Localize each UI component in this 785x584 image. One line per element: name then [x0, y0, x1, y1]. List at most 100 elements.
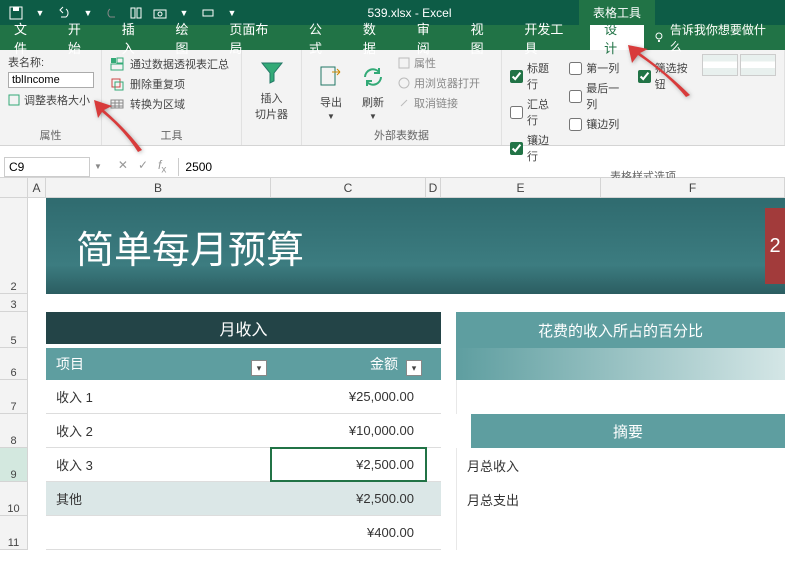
- fx-icon[interactable]: fx: [158, 158, 166, 175]
- cell-summary[interactable]: 月总支出: [456, 482, 785, 516]
- chk-first-col-input[interactable]: [569, 62, 582, 75]
- refresh-button[interactable]: 刷新▼: [352, 54, 394, 125]
- row-header[interactable]: 11: [0, 516, 28, 550]
- select-all-corner[interactable]: [0, 178, 28, 197]
- cell[interactable]: [456, 380, 785, 414]
- filter-dropdown-icon[interactable]: ▾: [251, 360, 267, 376]
- tab-draw[interactable]: 绘图: [162, 25, 216, 50]
- row-header[interactable]: 5: [0, 312, 28, 348]
- redo-icon[interactable]: [104, 5, 120, 21]
- remove-duplicates-button[interactable]: 删除重复项: [110, 74, 233, 94]
- chk-last-col-input[interactable]: [569, 90, 582, 103]
- table-name-input[interactable]: [8, 72, 94, 88]
- export-button[interactable]: 导出▼: [310, 54, 352, 125]
- chk-banded-rows[interactable]: 镶边行: [510, 130, 551, 166]
- row-header[interactable]: 8: [0, 414, 28, 448]
- group-title-properties: 属性: [8, 125, 93, 143]
- namebox-dropdown-icon[interactable]: ▼: [90, 162, 106, 171]
- cell-project[interactable]: 收入 3: [46, 448, 271, 481]
- col-header-F[interactable]: F: [601, 178, 785, 197]
- row-header[interactable]: 2: [0, 198, 28, 294]
- tab-layout[interactable]: 页面布局: [215, 25, 295, 50]
- tab-data[interactable]: 数据: [349, 25, 403, 50]
- tab-home[interactable]: 开始: [54, 25, 108, 50]
- cell-amount[interactable]: ¥10,000.00: [271, 414, 426, 447]
- col-header-E[interactable]: E: [441, 178, 601, 197]
- cell-project[interactable]: 其他: [46, 482, 271, 515]
- unlink-icon: [398, 97, 410, 109]
- cell-amount[interactable]: ¥400.00: [271, 516, 426, 549]
- chk-header-row[interactable]: 标题行: [510, 58, 551, 94]
- cell-amount-selected[interactable]: ¥2,500.00: [271, 448, 426, 481]
- col-header-A[interactable]: A: [28, 178, 46, 197]
- props-icon: [398, 57, 410, 69]
- unlink-button: 取消链接: [398, 94, 480, 112]
- col-header-B[interactable]: B: [46, 178, 271, 197]
- name-box[interactable]: [4, 157, 90, 177]
- cell-amount[interactable]: ¥2,500.00: [271, 482, 426, 515]
- tab-review[interactable]: 审阅: [403, 25, 457, 50]
- chk-banded-cols[interactable]: 镶边列: [569, 114, 619, 134]
- row-header[interactable]: 6: [0, 348, 28, 380]
- row-header[interactable]: 3: [0, 294, 28, 312]
- cell-summary[interactable]: 月总收入: [456, 448, 785, 482]
- th-project[interactable]: 项目▾: [46, 348, 271, 380]
- chk-total-row-input[interactable]: [510, 106, 523, 119]
- open-browser-button: 用浏览器打开: [398, 74, 480, 92]
- row-headers: 2 3 5 6 7 8 9 10 11: [0, 198, 28, 550]
- cell-project[interactable]: [46, 516, 271, 549]
- row-header[interactable]: 9: [0, 448, 28, 482]
- annotation-arrow: [620, 45, 700, 108]
- group-properties: 表名称: 调整表格大小 属性: [0, 50, 102, 145]
- tab-view[interactable]: 视图: [457, 25, 511, 50]
- annotation-arrow: [92, 100, 152, 163]
- chk-total-row[interactable]: 汇总行: [510, 94, 551, 130]
- cell-amount[interactable]: ¥25,000.00: [271, 380, 426, 413]
- chk-banded-cols-input[interactable]: [569, 118, 582, 131]
- tab-formulas[interactable]: 公式: [295, 25, 349, 50]
- budget-header: 简单每月预算 2: [46, 198, 785, 294]
- window-title: 539.xlsx - Excel: [240, 6, 579, 20]
- section-percent-header: 花费的收入所占的百分比: [456, 312, 785, 348]
- table-style-swatch[interactable]: [702, 54, 738, 76]
- row-header[interactable]: 7: [0, 380, 28, 414]
- export-icon: [316, 62, 346, 92]
- resize-table-button[interactable]: 调整表格大小: [8, 92, 93, 108]
- pivot-icon: [110, 57, 124, 71]
- cell-project[interactable]: 收入 1: [46, 380, 271, 413]
- chk-last-col[interactable]: 最后一列: [569, 78, 619, 114]
- summarize-pivot-button[interactable]: 通过数据透视表汇总: [110, 54, 233, 74]
- insert-slicer-button[interactable]: 插入 切片器: [250, 54, 293, 122]
- group-external-data: 导出▼ 刷新▼ 属性 用浏览器打开 取消链接 外部表数据: [302, 50, 502, 145]
- budget-title: 简单每月预算: [76, 219, 304, 274]
- tab-insert[interactable]: 插入: [108, 25, 162, 50]
- properties-button: 属性: [398, 54, 480, 72]
- worksheet: A B C D E F 2 3 5 6 7 8 9 10 11 简单每月预算 2…: [0, 178, 785, 550]
- tab-developer[interactable]: 开发工具: [510, 25, 590, 50]
- formula-input[interactable]: 2500: [179, 160, 212, 174]
- cell[interactable]: [456, 516, 785, 550]
- row-header[interactable]: 10: [0, 482, 28, 516]
- cell-project[interactable]: 收入 2: [46, 414, 271, 447]
- print-preview-icon[interactable]: [200, 5, 216, 21]
- chk-banded-rows-input[interactable]: [510, 142, 523, 155]
- title-bar: ▼ ▼ ▼ ▼ 539.xlsx - Excel 表格工具: [0, 0, 785, 25]
- tab-file[interactable]: 文件: [0, 25, 54, 50]
- slicer-icon: [257, 58, 287, 88]
- table-name-label: 表名称:: [8, 54, 93, 70]
- percent-bar: [456, 348, 785, 380]
- col-header-C[interactable]: C: [271, 178, 426, 197]
- table-style-swatch[interactable]: [740, 54, 776, 76]
- col-header-D[interactable]: D: [426, 178, 441, 197]
- resize-icon: [8, 94, 20, 106]
- lightbulb-icon: [652, 31, 666, 45]
- column-headers: A B C D E F: [0, 178, 785, 198]
- table-style-gallery[interactable]: [702, 54, 776, 166]
- camera-icon[interactable]: [152, 5, 168, 21]
- th-amount[interactable]: 金额▾: [271, 348, 426, 380]
- chk-first-col[interactable]: 第一列: [569, 58, 619, 78]
- chk-header-row-input[interactable]: [510, 70, 523, 83]
- section-income-header: 月收入: [46, 312, 441, 348]
- filter-dropdown-icon[interactable]: ▾: [406, 360, 422, 376]
- group-slicer: 插入 切片器: [242, 50, 302, 145]
